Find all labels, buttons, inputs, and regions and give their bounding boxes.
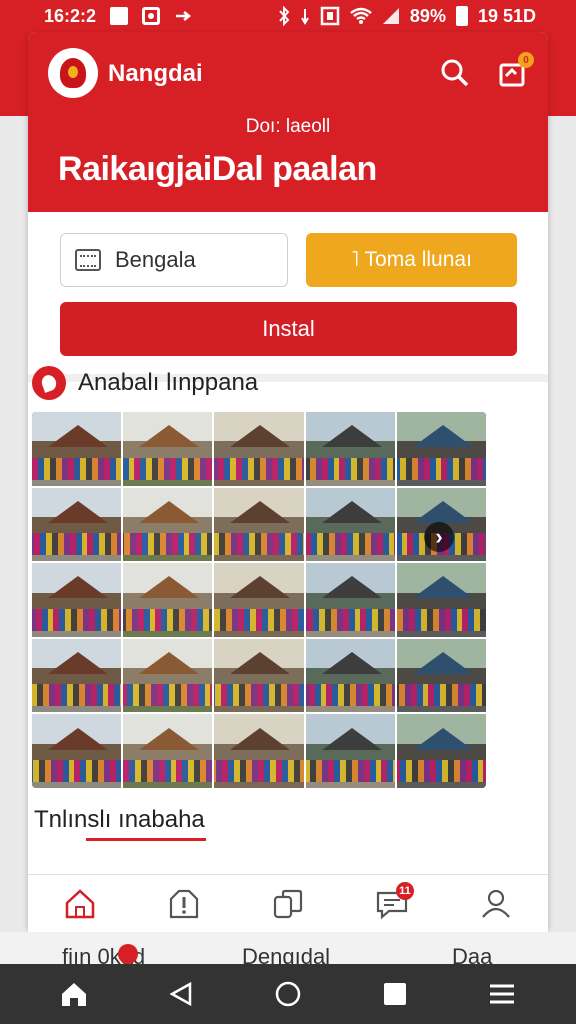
nav-messages[interactable]: 11 [372,881,414,924]
gallery-photo[interactable] [32,563,122,637]
search-icon[interactable] [440,58,470,88]
messages-badge: 11 [396,881,414,900]
nav-profile[interactable] [476,884,516,924]
gallery-photo[interactable] [396,563,486,637]
profile-icon [482,889,510,918]
gallery-photo[interactable] [123,487,213,562]
signal-icon [382,8,399,24]
gallery-photo[interactable] [123,638,213,713]
back-icon[interactable] [161,974,201,1014]
language-value: Bengala [115,247,196,272]
gallery-photo[interactable] [32,714,122,788]
gallery-photo[interactable] [214,412,304,486]
page-subtitle: Doı: laeoll [245,116,331,137]
nav-alerts[interactable] [164,884,204,924]
app-header: Nangdai 0 Doı: laeoll RaikaıgjaiDal paal… [28,32,548,212]
gallery-photo[interactable] [214,638,304,713]
bottom-nav: 11 [28,874,548,932]
notification-badge: 0 [518,52,534,68]
carrot-icon [32,366,66,400]
page-title: RaikaıgjaiDal paalan [58,150,377,188]
nav-home[interactable] [60,884,100,924]
gallery-photo[interactable] [32,638,122,713]
emblem-icon [60,58,86,88]
controls-panel: Bengala ˥ Toma llunaı Instal [28,212,548,382]
status-clock-right: 19 51D [477,5,536,26]
app-logo [48,48,98,98]
secondary-button[interactable]: ˥ Toma llunaı [306,233,517,287]
battery-icon [455,6,468,26]
tab-underline [86,838,206,841]
gallery-photo[interactable] [305,563,395,637]
gallery-photo[interactable] [214,563,304,637]
status-bar: 16:2:2 89% 19 51D [0,0,576,32]
keyboard-icon [75,249,101,271]
gallery-photo[interactable] [123,412,213,486]
sys-home-icon[interactable] [54,974,94,1014]
gallery-photo[interactable] [305,487,395,562]
photo-gallery[interactable] [32,412,486,788]
gallery-photo[interactable] [32,487,122,562]
gallery-photo[interactable] [396,412,486,486]
battery-percent: 89% [409,5,446,26]
gallery-photo[interactable] [123,714,213,788]
under-badge [118,944,138,964]
app-name: Nangdai [108,60,203,87]
gallery-photo[interactable] [396,714,486,788]
alert-icon [169,889,199,918]
status-time: 16:2:2 [44,5,97,26]
gallery-photo[interactable] [305,412,395,486]
gallery-section-title: Anabalı lınppana [78,369,259,396]
menu-icon[interactable] [482,974,522,1014]
next-arrow-icon[interactable]: › [424,522,454,552]
language-select[interactable]: Bengala [60,233,288,287]
gallery-photo[interactable] [305,638,395,713]
vibrate-icon [301,9,309,25]
gallery-photo[interactable] [396,638,486,713]
gallery-photo[interactable] [214,714,304,788]
notification-icon[interactable]: 0 [498,52,534,88]
bottom-section-label: Tnlınslı ınabaha [34,806,205,833]
nav-files[interactable] [268,884,308,924]
gallery-photo[interactable] [305,714,395,788]
arrow-icon [176,11,192,21]
wifi-icon [350,7,372,24]
recents-icon[interactable] [375,974,415,1014]
circle-home-icon[interactable] [268,974,308,1014]
square-icon [110,7,129,25]
system-nav-bar [0,964,576,1024]
gallery-photo[interactable] [32,412,122,486]
gallery-section-header: Anabalı lınppana [32,366,258,400]
bluetooth-icon [279,6,290,26]
files-icon [273,889,303,918]
install-button[interactable]: Instal [60,302,517,356]
home-icon [65,888,95,918]
gallery-photo[interactable] [214,487,304,562]
gallery-photo[interactable] [123,563,213,637]
nfc-icon [320,6,340,26]
image-icon [142,7,161,25]
